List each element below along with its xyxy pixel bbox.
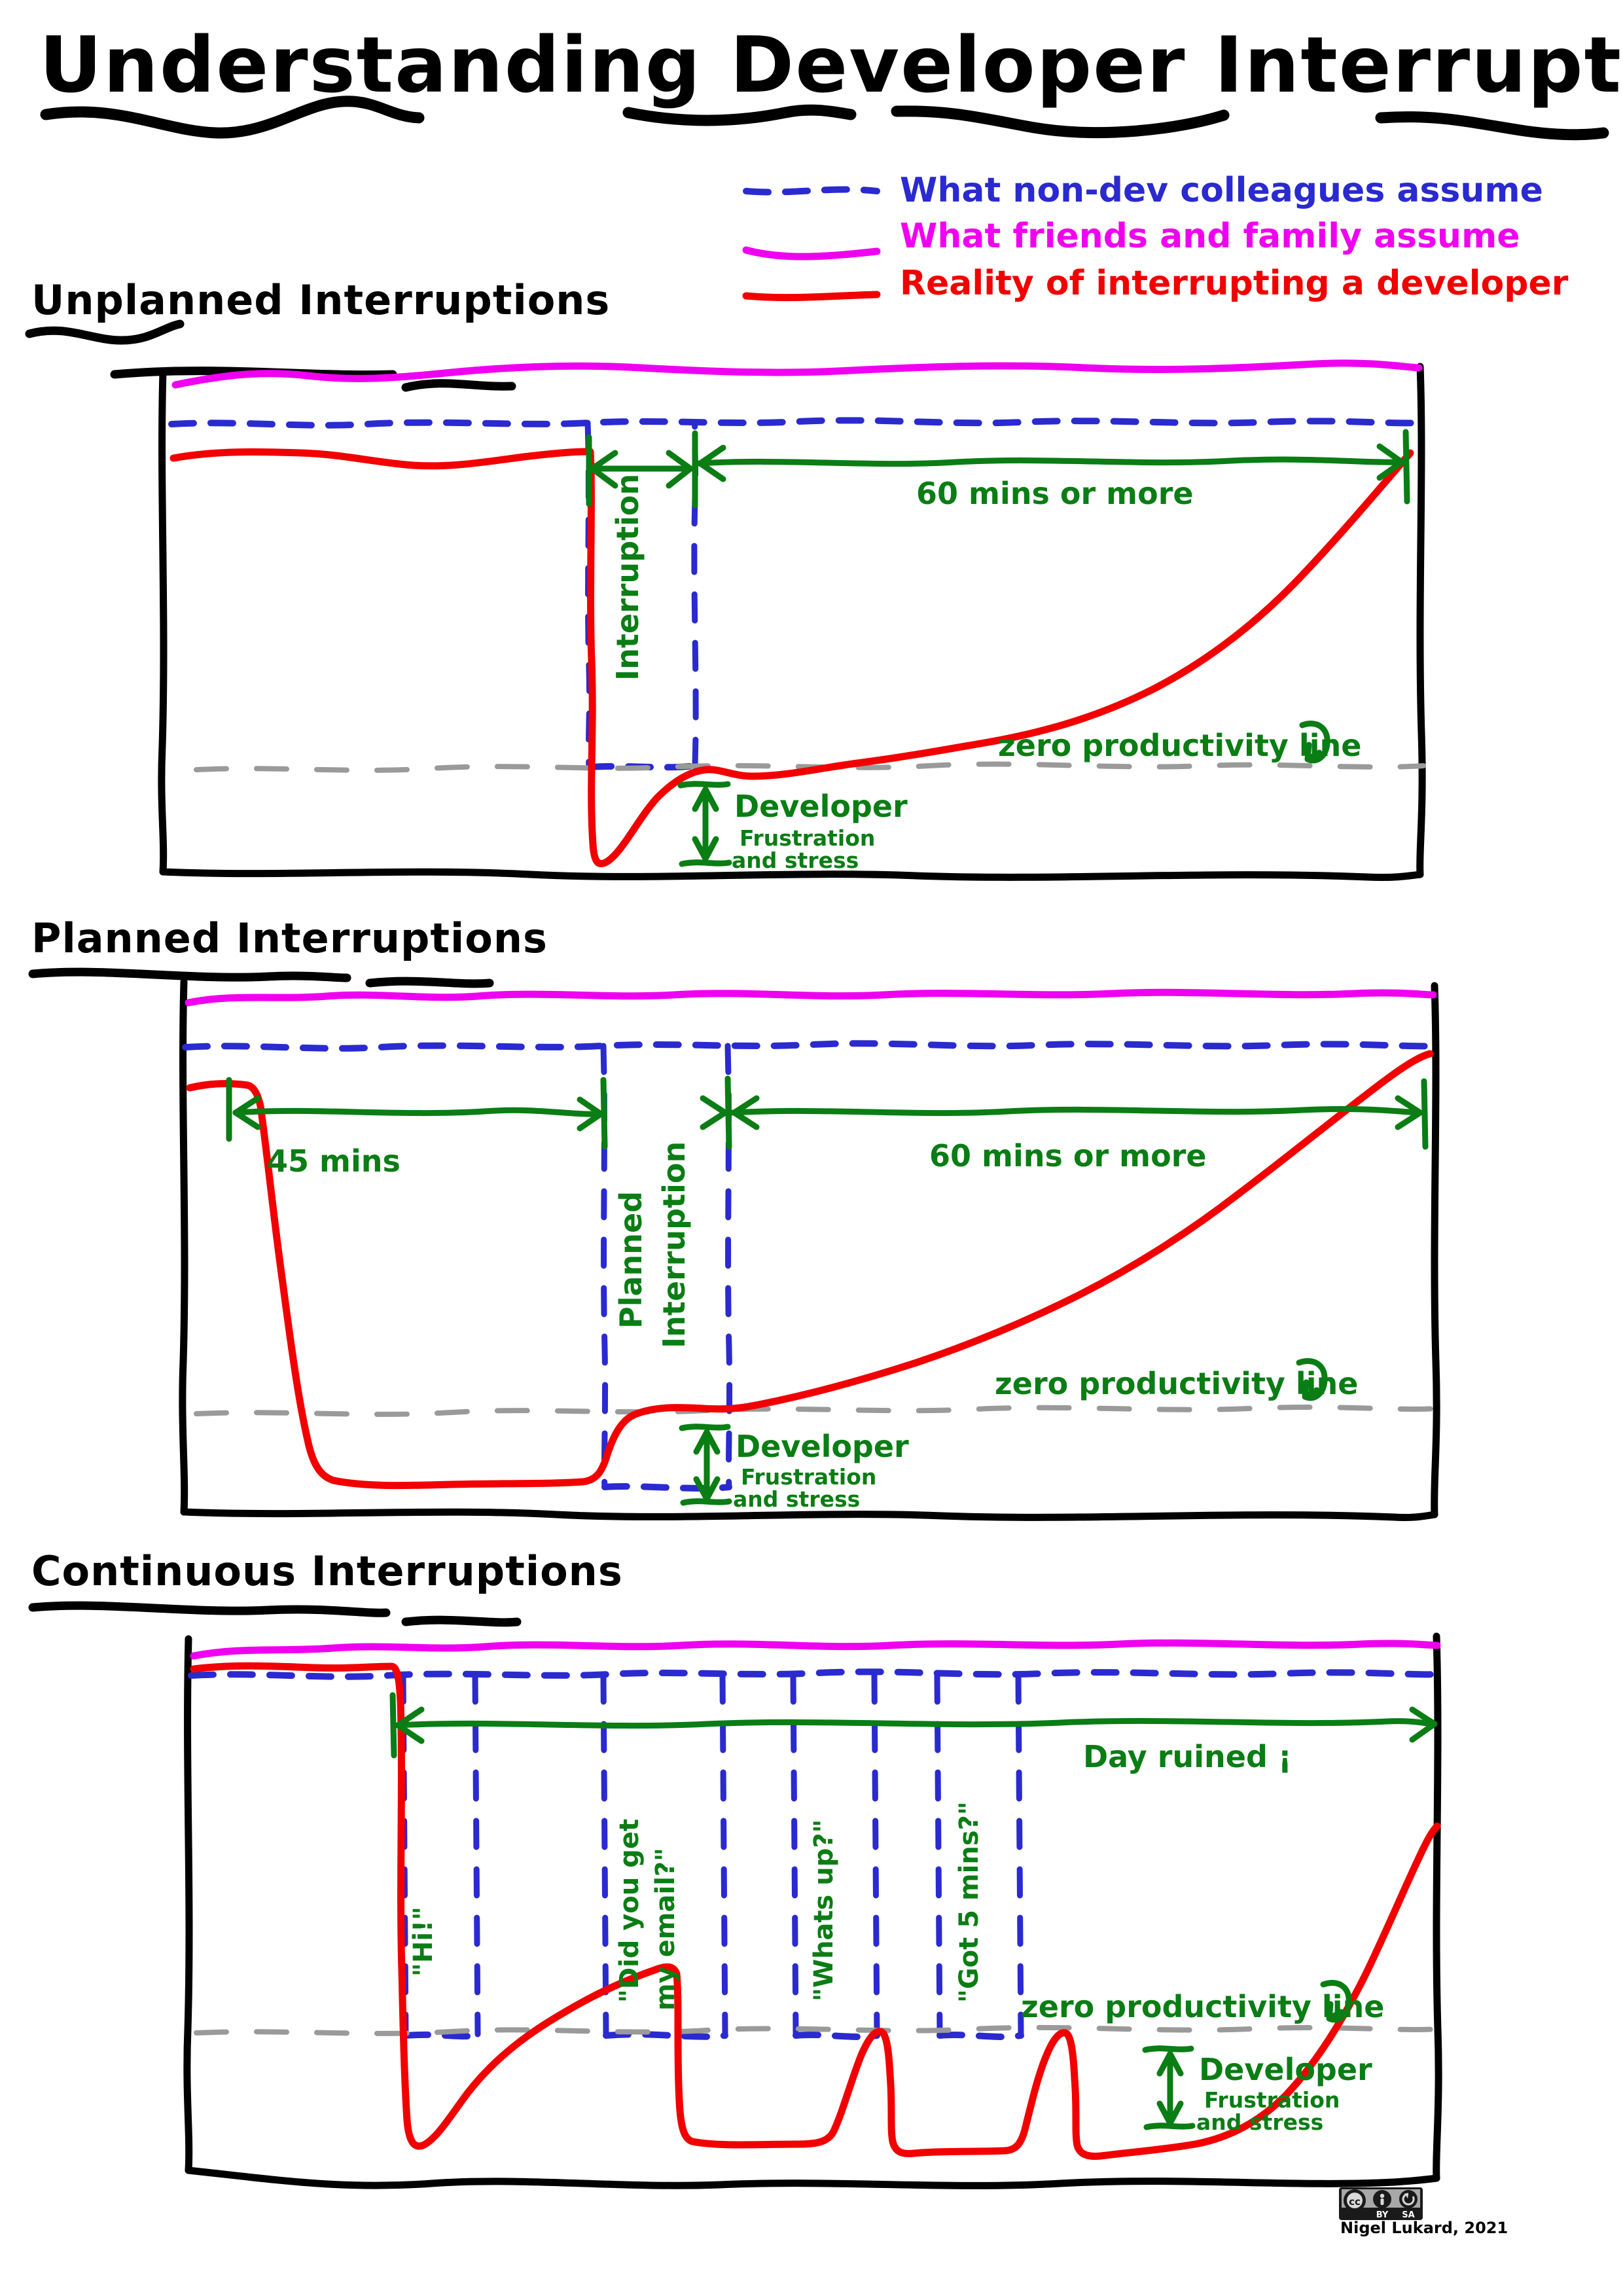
- planned-interruption-label-1: Planned: [613, 1191, 649, 1329]
- unplanned-frustration-label-1: Developer: [734, 789, 908, 824]
- continuous-dash-v-2b: [719, 1672, 728, 2037]
- unplanned-recovery-label: 60 mins or more: [916, 476, 1194, 511]
- continuous-day-ruined-label: Day ruined ¡: [1083, 1739, 1292, 1774]
- by-icon-body: [1380, 2198, 1384, 2205]
- poster-svg: Understanding Developer Interruptions Wh…: [25, 20, 1623, 2237]
- legend-label-colleagues: What non-dev colleagues assume: [900, 171, 1543, 210]
- continuous-frustration-label-3: and stress: [1196, 2109, 1323, 2135]
- continuous-dash-zero-1: [402, 2031, 481, 2040]
- planned-frustration-top-bar: [679, 1424, 731, 1431]
- unplanned-frustration-label-3: and stress: [732, 848, 859, 873]
- unplanned-heading-underline-a: [25, 319, 185, 345]
- planned-interruption-label-2: Interruption: [656, 1141, 692, 1348]
- title-underline-2: [622, 104, 857, 126]
- continuous-frustration-arrow: [1156, 2051, 1184, 2126]
- unplanned-line-colleagues: [168, 417, 1422, 429]
- unplanned-frustration-top-bar: [677, 781, 731, 789]
- planned-frustration-arrow: [693, 1429, 721, 1502]
- continuous-dash-v-3a: [790, 1672, 799, 2037]
- unplanned-frustration-arrow: [692, 786, 719, 862]
- continuous-line-friends: [190, 1639, 1441, 1660]
- legend-label-friends: What friends and family assume: [900, 217, 1520, 256]
- continuous-axis-right: [1433, 1632, 1442, 2182]
- unplanned-frustration-bot-bar: [679, 859, 732, 867]
- continuous-dash-v-3b: [871, 1672, 880, 2037]
- legend: What non-dev colleagues assume What frie…: [742, 171, 1569, 303]
- unplanned-axis-right: [1416, 363, 1426, 878]
- title-underline-3: [891, 105, 1230, 139]
- planned-line-friends: [185, 988, 1437, 1007]
- cc-icon-label: cc: [1349, 2196, 1361, 2208]
- continuous-dash-v-4b: [1015, 1672, 1024, 2037]
- unplanned-heading-underline-c: [401, 379, 516, 392]
- by-icon-head: [1380, 2193, 1385, 2198]
- unplanned-interruption-label: Interruption: [610, 474, 645, 681]
- continuous-dash-v-4a: [934, 1672, 943, 2037]
- page-title-group: Understanding Developer Interruptions: [39, 20, 1623, 141]
- continuous-bubble-1: "Hi!": [408, 1907, 438, 1977]
- continuous-heading-underline-a: [28, 1601, 391, 1617]
- continuous-axis-bottom: [185, 2166, 1440, 2189]
- planned-line-colleagues: [182, 1040, 1438, 1052]
- continuous-bubble-4: "Got 5 mins?": [954, 1801, 984, 2003]
- continuous-bubble-2-line2: my email?": [651, 1848, 681, 2011]
- poster-canvas: Understanding Developer Interruptions Wh…: [0, 0, 1623, 2296]
- continuous-axis-left: [183, 1635, 193, 2174]
- continuous-span-left-tick: [389, 1692, 397, 1759]
- continuous-bubble-3: "Whats up?": [809, 1820, 839, 2001]
- continuous-dash-v-1b: [472, 1672, 481, 2037]
- unplanned-axis-left: [158, 368, 168, 876]
- planned-interruption-arrow-in: [700, 1095, 728, 1130]
- planned-frustration-label-1: Developer: [736, 1429, 909, 1464]
- planned-zero-line: [194, 1405, 1439, 1417]
- planned-axis-bottom: [180, 1508, 1438, 1521]
- planned-focus-label: 45 mins: [267, 1143, 401, 1179]
- unplanned-recovery-right-tick: [1402, 429, 1410, 505]
- continuous-frustration-label-1: Developer: [1199, 2052, 1372, 2087]
- planned-axis-left: [179, 978, 188, 1516]
- panel-continuous: Continuous Interruptions Day ruined ¡ "H…: [28, 1547, 1442, 2189]
- legend-swatch-magenta: [742, 246, 881, 260]
- continuous-dash-zero-2: [603, 2031, 728, 2040]
- license-badge[interactable]: cc BY SA Nigel Lukard, 2021: [1339, 2187, 1508, 2237]
- section-heading-unplanned: Unplanned Interruptions: [31, 276, 610, 324]
- planned-heading-underline-b: [365, 977, 494, 988]
- continuous-line-colleagues: [188, 1668, 1440, 1680]
- planned-heading-underline-a: [28, 967, 351, 982]
- continuous-bubble-2-line1: "Did you get: [615, 1819, 645, 2003]
- continuous-dash-zero-3: [793, 2032, 880, 2040]
- panel-unplanned: Unplanned Interruptions 60 mins or more …: [25, 276, 1426, 882]
- planned-axis-right: [1431, 982, 1440, 1518]
- planned-focus-right-tick: [600, 1077, 608, 1150]
- unplanned-recovery-span: [696, 456, 1405, 467]
- planned-recovery-span: [730, 1105, 1423, 1117]
- title-underline-4: [1375, 111, 1609, 141]
- legend-swatch-dashed: [743, 186, 880, 196]
- section-heading-planned: Planned Interruptions: [31, 914, 548, 962]
- continuous-frustration-top-bar: [1142, 2045, 1194, 2053]
- continuous-dash-v-2a: [600, 1672, 609, 2037]
- planned-focus-span: [232, 1107, 604, 1117]
- continuous-heading-underline-b: [401, 1615, 522, 1627]
- planned-frustration-label-3: and stress: [733, 1486, 860, 1512]
- planned-recovery-right-tick: [1421, 1078, 1429, 1150]
- continuous-dash-zero-4: [936, 2032, 1024, 2040]
- author-signature: Nigel Lukard, 2021: [1340, 2219, 1508, 2237]
- panel-planned: Planned Interruptions 45 mins 60 mins or…: [28, 914, 1440, 1521]
- planned-line-reality: [186, 1050, 1434, 1490]
- legend-label-reality: Reality of interrupting a developer: [900, 264, 1569, 303]
- page-title: Understanding Developer Interruptions: [39, 20, 1623, 110]
- legend-swatch-red: [742, 291, 881, 302]
- planned-recovery-label: 60 mins or more: [929, 1138, 1207, 1174]
- section-heading-continuous: Continuous Interruptions: [31, 1547, 623, 1595]
- sa-icon: [1399, 2190, 1418, 2208]
- continuous-span-line: [395, 1717, 1438, 1729]
